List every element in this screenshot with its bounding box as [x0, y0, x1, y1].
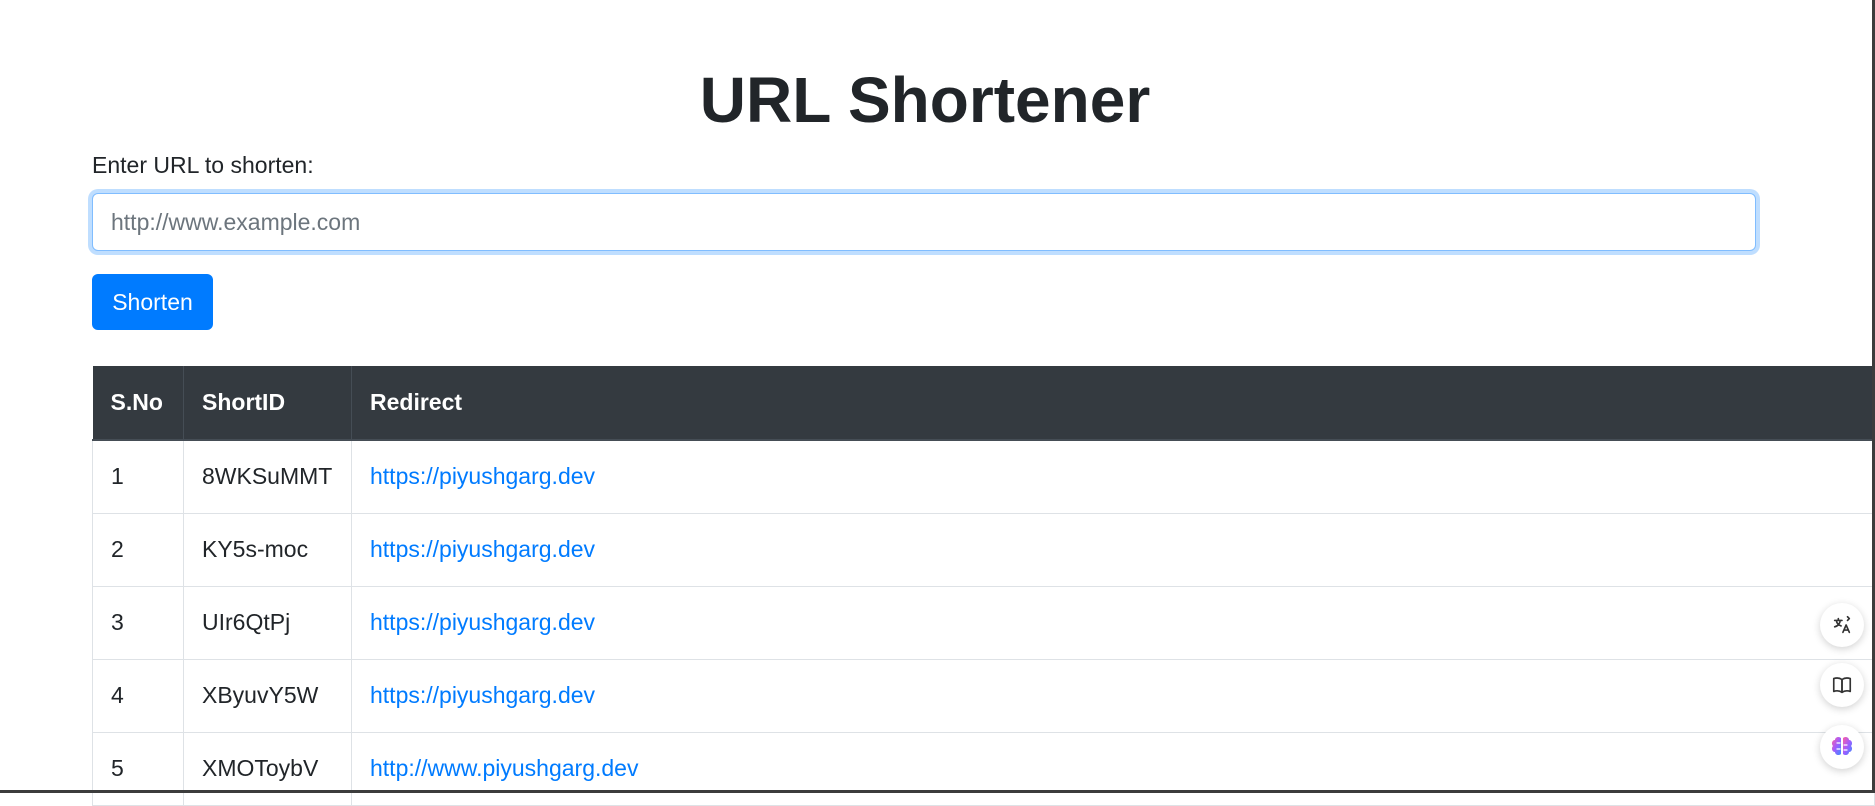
cell-sno: 2: [92, 513, 184, 587]
url-shortener-page: URL Shortener Enter URL to shorten: Shor…: [0, 0, 1875, 806]
cell-redirect: https://piyushgarg.dev: [351, 586, 1875, 660]
cell-redirect: https://piyushgarg.dev: [351, 440, 1875, 514]
redirect-link[interactable]: https://piyushgarg.dev: [370, 682, 595, 708]
cell-sno: 4: [92, 659, 184, 733]
cell-redirect: https://piyushgarg.dev: [351, 513, 1875, 587]
short-urls-table: S.No ShortID Redirect 1 8WKSuMMT https:/…: [92, 366, 1875, 806]
table-header-row: S.No ShortID Redirect: [92, 366, 1875, 441]
cell-sno: 3: [92, 586, 184, 660]
table-row: 4 XByuvY5W https://piyushgarg.dev: [92, 659, 1875, 733]
cell-short-id: KY5s-moc: [183, 513, 352, 587]
url-input[interactable]: [92, 193, 1756, 251]
table-row: 1 8WKSuMMT https://piyushgarg.dev: [92, 440, 1875, 514]
ai-brain-icon: [1831, 736, 1853, 756]
redirect-link[interactable]: https://piyushgarg.dev: [370, 536, 595, 562]
ai-assistant-button[interactable]: [1820, 725, 1864, 769]
cell-short-id: XMOToybV: [183, 732, 352, 806]
reader-icon: [1832, 677, 1852, 694]
column-header-redirect: Redirect: [351, 366, 1875, 441]
cell-redirect: http://www.piyushgarg.dev: [351, 732, 1875, 806]
url-input-label: Enter URL to shorten:: [92, 152, 314, 178]
table-row: 5 XMOToybV http://www.piyushgarg.dev: [92, 732, 1875, 806]
column-header-sno: S.No: [92, 366, 184, 441]
shorten-button[interactable]: Shorten: [92, 274, 213, 330]
cell-sno: 1: [92, 440, 184, 514]
redirect-link[interactable]: http://www.piyushgarg.dev: [370, 755, 638, 781]
redirect-link[interactable]: https://piyushgarg.dev: [370, 463, 595, 489]
column-header-shortid: ShortID: [183, 366, 352, 441]
translate-icon: [1833, 615, 1851, 634]
page-title: URL Shortener: [699, 64, 1151, 136]
cell-short-id: XByuvY5W: [183, 659, 352, 733]
cell-short-id: UIr6QtPj: [183, 586, 352, 660]
table-row: 3 UIr6QtPj https://piyushgarg.dev: [92, 586, 1875, 660]
cell-short-id: 8WKSuMMT: [183, 440, 352, 514]
translate-button[interactable]: [1820, 603, 1864, 647]
cell-sno: 5: [92, 732, 184, 806]
reader-mode-button[interactable]: [1820, 663, 1864, 707]
table-row: 2 KY5s-moc https://piyushgarg.dev: [92, 513, 1875, 587]
cell-redirect: https://piyushgarg.dev: [351, 659, 1875, 733]
redirect-link[interactable]: https://piyushgarg.dev: [370, 609, 595, 635]
